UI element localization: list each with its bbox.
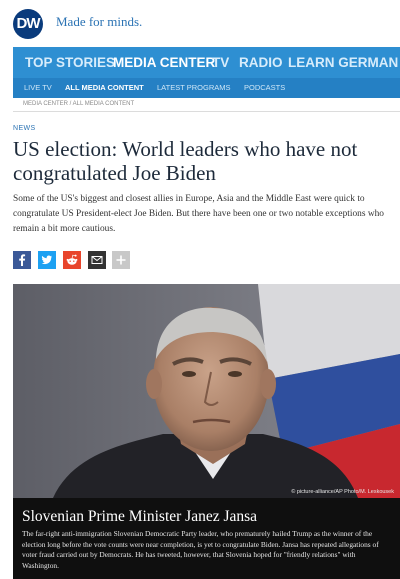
portrait-image — [13, 284, 400, 498]
breadcrumb[interactable]: MEDIA CENTER / ALL MEDIA CONTENT — [23, 101, 134, 107]
nav-learn-german[interactable]: LEARN GERMAN — [288, 55, 398, 70]
plus-icon — [112, 251, 130, 269]
mail-icon — [88, 251, 106, 269]
subnav-podcasts[interactable]: PODCASTS — [244, 83, 285, 92]
site-header: DW Made for minds. — [0, 0, 400, 46]
share-facebook-button[interactable] — [13, 251, 31, 269]
share-more-button[interactable] — [112, 251, 130, 269]
share-reddit-button[interactable] — [63, 251, 81, 269]
share-email-button[interactable] — [88, 251, 106, 269]
breadcrumb-divider — [13, 111, 400, 112]
caption-title: Slovenian Prime Minister Janez Jansa — [22, 508, 258, 525]
nav-top-stories[interactable]: TOP STORIES — [25, 55, 115, 70]
nav-tv[interactable]: TV — [212, 55, 229, 70]
subnav-latest-programs[interactable]: LATEST PROGRAMS — [157, 83, 231, 92]
article-lead: Some of the US's biggest and closest all… — [13, 194, 384, 234]
reddit-icon — [63, 251, 81, 269]
main-navigation: TOP STORIES MEDIA CENTER TV RADIO LEARN … — [13, 47, 400, 78]
photo-credit: © picture-alliance/AP Photo/M. Leskousek — [291, 489, 394, 495]
dw-logo[interactable]: DW — [13, 9, 43, 39]
twitter-icon — [38, 251, 56, 269]
article-photo[interactable]: © picture-alliance/AP Photo/M. Leskousek — [13, 284, 400, 498]
photo-caption: Slovenian Prime Minister Janez Jansa The… — [13, 498, 400, 579]
share-twitter-button[interactable] — [38, 251, 56, 269]
facebook-icon — [13, 251, 31, 269]
caption-text: The far-right anti-immigration Slovenian… — [22, 529, 379, 570]
sub-navigation: LIVE TV ALL MEDIA CONTENT LATEST PROGRAM… — [13, 78, 400, 98]
subnav-live-tv[interactable]: LIVE TV — [24, 83, 52, 92]
subnav-all-media-content[interactable]: ALL MEDIA CONTENT — [65, 83, 144, 92]
brand-tagline: Made for minds. — [56, 14, 143, 29]
article-kicker: NEWS — [13, 125, 36, 132]
nav-radio[interactable]: RADIO — [239, 55, 283, 70]
nav-media-center[interactable]: MEDIA CENTER — [113, 55, 215, 70]
article-title: US election: World leaders who have not … — [13, 137, 358, 185]
